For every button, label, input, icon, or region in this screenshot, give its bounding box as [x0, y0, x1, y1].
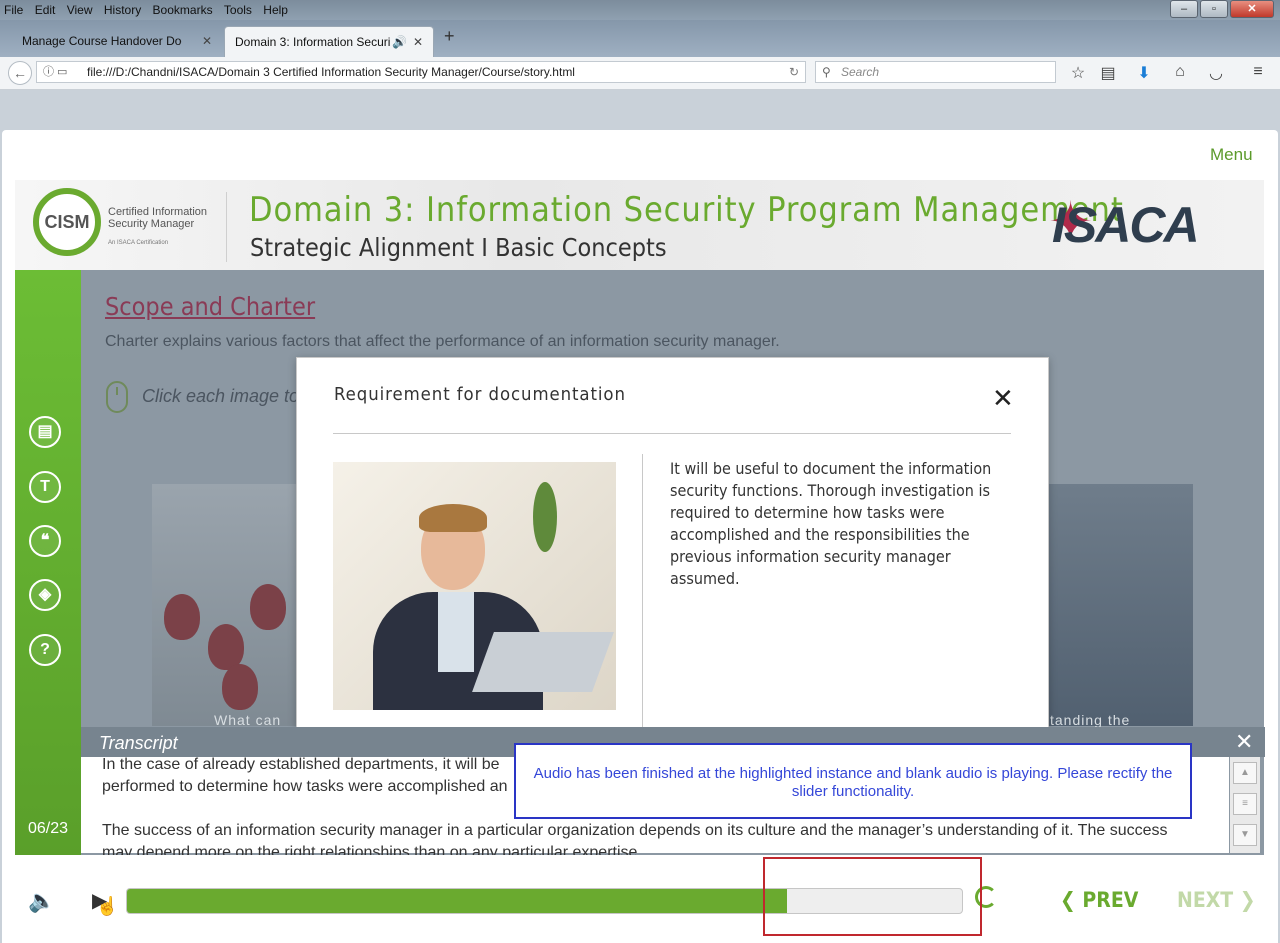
- hamburger-menu-icon[interactable]: ≡: [1248, 63, 1268, 81]
- search-input[interactable]: ⚲ Search: [815, 61, 1056, 83]
- tab-manage-course[interactable]: Manage Course Handover Docum ✕: [12, 26, 222, 57]
- cism-logo-subtext: An ISACA Certification: [108, 240, 169, 246]
- menu-tools[interactable]: Tools: [220, 0, 256, 18]
- reload-icon[interactable]: ↻: [789, 62, 799, 82]
- modal-divider: [333, 433, 1011, 434]
- back-button[interactable]: ←: [8, 61, 32, 85]
- pocket-icon[interactable]: ◡: [1206, 63, 1226, 83]
- next-button[interactable]: NEXT ❯: [1177, 888, 1256, 912]
- site-info-icon[interactable]: ⓘ ▭: [43, 62, 67, 82]
- slide-instruction: Click each image to l: [142, 386, 309, 406]
- reading-list-icon[interactable]: ▤: [1098, 63, 1118, 83]
- resources-icon[interactable]: ▤: [29, 416, 61, 448]
- menu-file[interactable]: File: [0, 0, 27, 18]
- transcript-close-icon[interactable]: ✕: [1235, 729, 1253, 755]
- speaker-icon[interactable]: 🔊: [392, 27, 407, 58]
- menu-bar: File Edit View History Bookmarks Tools H…: [0, 0, 1280, 20]
- quote-icon[interactable]: ❝: [29, 525, 61, 557]
- volume-icon[interactable]: 🔈: [28, 888, 55, 914]
- modal-body-text: It will be useful to document the inform…: [670, 459, 992, 588]
- modal-vertical-divider: [642, 454, 643, 727]
- transcript-paragraph: In the case of already established depar…: [102, 756, 508, 795]
- server-room-image[interactable]: [1047, 484, 1193, 726]
- tab-close-icon[interactable]: ✕: [202, 26, 212, 57]
- tab-title: Manage Course Handover Docum: [22, 34, 182, 48]
- menu-bookmarks[interactable]: Bookmarks: [149, 0, 217, 18]
- url-text: file:///D:/Chandni/ISACA/Domain 3 Certif…: [87, 65, 575, 79]
- cism-logo: CISM: [33, 188, 101, 256]
- course-subtitle: Strategic Alignment I Basic Concepts: [250, 233, 667, 262]
- transcript-toggle-icon[interactable]: T: [29, 471, 61, 503]
- highlight-annotation-box: [763, 857, 982, 936]
- slide-description: Charter explains various factors that af…: [105, 333, 780, 350]
- search-placeholder: Search: [841, 65, 880, 79]
- prev-button[interactable]: ❮ PREV: [1060, 888, 1138, 912]
- isaca-logo: ISACA: [1052, 197, 1200, 253]
- layers-icon[interactable]: ◈: [29, 579, 61, 611]
- menu-edit[interactable]: Edit: [31, 0, 60, 18]
- course-sidebar: [15, 270, 81, 855]
- navigation-bar: ← ⓘ ▭ file:///D:/Chandni/ISACA/Domain 3 …: [0, 57, 1280, 90]
- menu-view[interactable]: View: [63, 0, 97, 18]
- next-label: NEXT: [1177, 888, 1234, 912]
- tab-title: Domain 3: Information Securi: [235, 35, 391, 49]
- scroll-thumb[interactable]: ≡: [1233, 793, 1257, 815]
- url-bar[interactable]: ⓘ ▭ file:///D:/Chandni/ISACA/Domain 3 Ce…: [36, 61, 806, 83]
- scroll-up-button[interactable]: ▲: [1233, 762, 1257, 784]
- minimize-button[interactable]: –: [1170, 0, 1198, 18]
- slide-counter: 06/23: [27, 820, 69, 837]
- businessman-photo: [333, 462, 616, 710]
- banner-divider: [226, 192, 227, 262]
- right-image-caption: tanding the: [1050, 712, 1131, 728]
- documentation-modal: Requirement for documentation ✕ It will …: [296, 357, 1049, 728]
- balloons-image[interactable]: [152, 484, 297, 726]
- window-close-button[interactable]: ✕: [1230, 0, 1274, 18]
- modal-title: Requirement for documentation: [334, 384, 626, 405]
- review-annotation-text: Audio has been finished at the highlight…: [533, 765, 1173, 800]
- course-menu-link[interactable]: Menu: [1210, 145, 1253, 165]
- window-controls: – ▫ ✕: [1168, 0, 1274, 18]
- menu-help[interactable]: Help: [259, 0, 292, 18]
- course-title: Domain 3: Information Security Program M…: [249, 190, 1124, 230]
- hand-cursor-icon: ☝: [96, 896, 119, 916]
- new-tab-button[interactable]: +: [444, 26, 455, 47]
- transcript-title: Transcript: [99, 733, 178, 753]
- slide-title: Scope and Charter: [105, 292, 316, 321]
- cism-logo-text: Certified Information Security Manager: [108, 206, 208, 230]
- seek-slider-fill: [127, 889, 787, 913]
- tab-strip: Manage Course Handover Docum ✕ Domain 3:…: [0, 20, 1280, 57]
- tab-close-icon[interactable]: ✕: [413, 27, 423, 58]
- download-icon[interactable]: ⬇: [1134, 63, 1154, 83]
- prev-label: PREV: [1082, 888, 1139, 912]
- home-icon[interactable]: ⌂: [1170, 63, 1190, 81]
- maximize-button[interactable]: ▫: [1200, 0, 1228, 18]
- help-icon[interactable]: ?: [29, 634, 61, 666]
- left-image-caption: What can: [214, 712, 282, 728]
- bookmark-star-icon[interactable]: ☆: [1068, 63, 1088, 83]
- tab-domain-3[interactable]: Domain 3: Information Securi 🔊 ✕: [224, 26, 434, 57]
- scroll-down-button[interactable]: ▼: [1233, 824, 1257, 846]
- modal-close-icon[interactable]: ✕: [992, 384, 1014, 412]
- menu-history[interactable]: History: [100, 0, 145, 18]
- mouse-icon: [106, 381, 128, 413]
- search-icon: ⚲: [822, 65, 831, 79]
